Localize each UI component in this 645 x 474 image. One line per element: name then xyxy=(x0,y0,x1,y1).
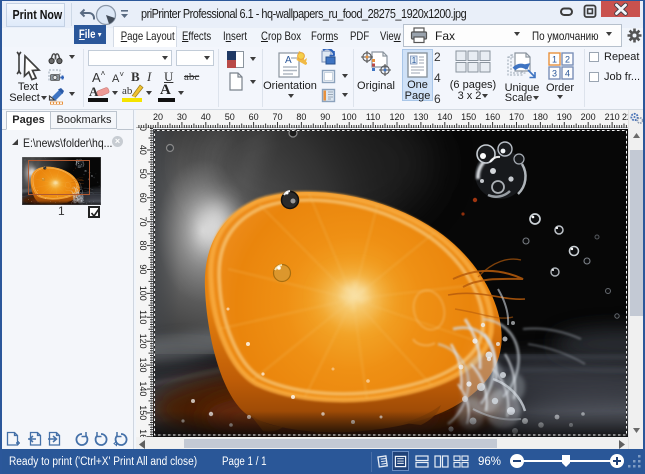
svg-text:50: 50 xyxy=(225,112,235,122)
svg-text:150: 150 xyxy=(138,405,148,420)
svg-text:20: 20 xyxy=(153,112,163,122)
svg-text:100: 100 xyxy=(342,112,357,122)
svg-text:3: 3 xyxy=(552,69,557,79)
svg-text:210: 210 xyxy=(605,112,620,122)
svg-text:170: 170 xyxy=(509,112,524,122)
svg-text:120: 120 xyxy=(138,334,148,349)
svg-text:140: 140 xyxy=(138,381,148,396)
svg-text:120: 120 xyxy=(389,112,404,122)
svg-text:4: 4 xyxy=(565,69,570,79)
svg-text:130: 130 xyxy=(138,357,148,372)
svg-text:150: 150 xyxy=(461,112,476,122)
svg-text:100: 100 xyxy=(138,286,148,301)
svg-text:160: 160 xyxy=(138,429,148,437)
svg-text:70: 70 xyxy=(272,112,282,122)
svg-text:80: 80 xyxy=(138,240,148,250)
svg-text:160: 160 xyxy=(485,112,500,122)
svg-text:30: 30 xyxy=(138,128,148,131)
svg-text:190: 190 xyxy=(557,112,572,122)
svg-text:90: 90 xyxy=(320,112,330,122)
svg-text:110: 110 xyxy=(366,112,380,122)
svg-text:50: 50 xyxy=(138,169,148,179)
svg-text:60: 60 xyxy=(138,193,148,203)
svg-text:200: 200 xyxy=(581,112,596,122)
svg-text:60: 60 xyxy=(249,112,259,122)
svg-text:40: 40 xyxy=(201,112,211,122)
svg-text:90: 90 xyxy=(138,264,148,274)
svg-text:2: 2 xyxy=(565,55,570,65)
svg-text:70: 70 xyxy=(138,217,148,227)
svg-text:110: 110 xyxy=(138,310,148,324)
svg-text:1: 1 xyxy=(552,55,557,65)
svg-text:80: 80 xyxy=(296,112,306,122)
svg-text:130: 130 xyxy=(413,112,428,122)
svg-text:40: 40 xyxy=(138,145,148,155)
svg-text:A: A xyxy=(285,55,292,66)
svg-text:30: 30 xyxy=(177,112,187,122)
svg-text:1: 1 xyxy=(412,56,417,65)
svg-text:140: 140 xyxy=(437,112,452,122)
svg-text:180: 180 xyxy=(533,112,548,122)
